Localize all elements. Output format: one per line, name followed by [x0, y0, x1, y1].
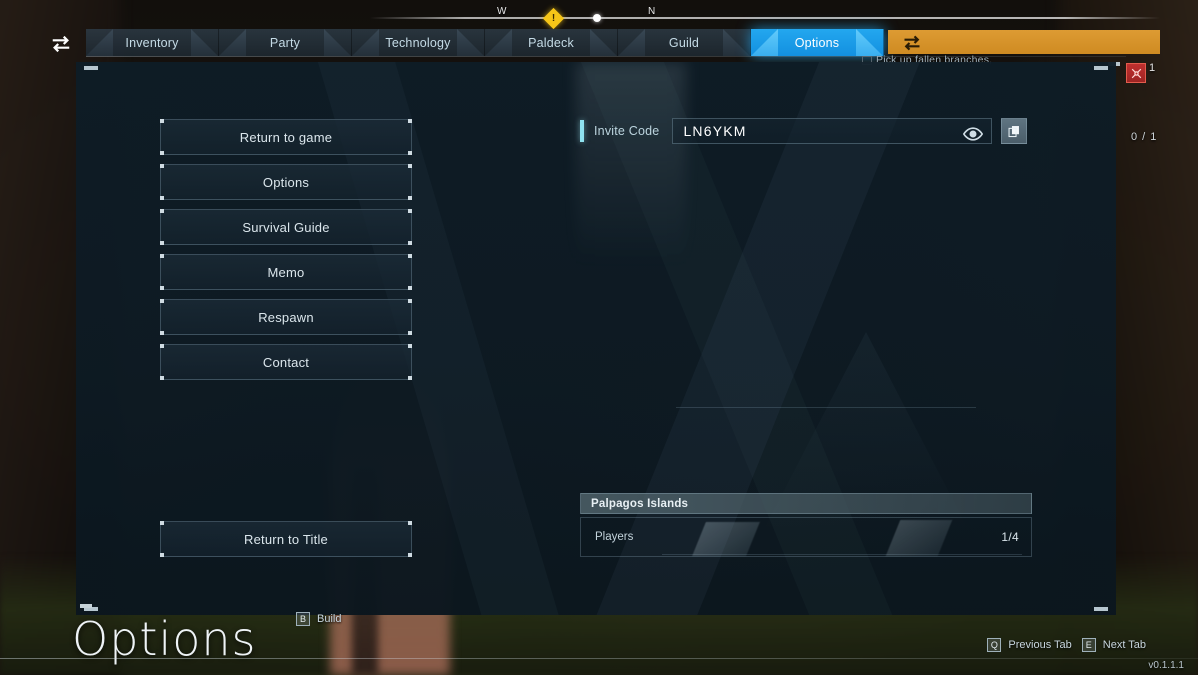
swap-arrows-icon [902, 33, 922, 51]
tab-label: Guild [668, 35, 700, 50]
hud-progress-text: 0 / 1 [1131, 131, 1158, 143]
tab-party[interactable]: Party [219, 29, 352, 56]
button-label: Return to game [239, 129, 333, 145]
tab-label: Paldeck [528, 35, 574, 50]
copy-invite-code-button[interactable] [1001, 118, 1028, 144]
swap-arrows-icon[interactable] [50, 33, 72, 53]
button-label: Options [262, 174, 310, 190]
footer-divider [0, 658, 1198, 659]
invite-code-value: LN6YKM [683, 123, 747, 139]
previous-tab-label: Previous Tab [1008, 639, 1072, 651]
tab-label: Party [269, 35, 301, 50]
players-label: Players [595, 531, 634, 543]
options-menu-list: Return to game Options Survival Guide Me… [160, 119, 412, 389]
tab-paldeck[interactable]: Paldeck [485, 29, 618, 56]
compass-bar [370, 17, 1160, 19]
next-tab-hint[interactable]: E Next Tab [1081, 638, 1146, 652]
server-decoration [692, 522, 760, 556]
options-button[interactable]: Options [160, 164, 412, 200]
return-to-title-button[interactable]: Return to Title [160, 521, 412, 557]
button-label: Survival Guide [242, 219, 330, 235]
build-keycap: B [296, 612, 310, 626]
page-title-tick [80, 604, 92, 608]
server-info-panel: Palpagos Islands Players 1/4 [580, 493, 1032, 557]
return-to-game-button[interactable]: Return to game [160, 119, 412, 155]
invite-code-row: Invite Code LN6YKM [580, 118, 1028, 144]
build-hint[interactable]: B Build [296, 612, 341, 626]
next-tab-label: Next Tab [1102, 639, 1146, 651]
panel-line-decoration [676, 407, 976, 408]
invite-code-label: Invite Code [594, 124, 660, 138]
tab-label: Technology [385, 35, 451, 50]
button-label: Return to Title [244, 531, 328, 547]
server-decoration [885, 520, 953, 556]
next-tab-keycap: E [1081, 638, 1096, 652]
build-hint-label: Build [317, 613, 342, 625]
tab-navigation-hints: Q Previous Tab E Next Tab [987, 638, 1146, 652]
waypoint-dot-icon [593, 14, 601, 22]
quest-cross-icon [1126, 63, 1146, 83]
memo-button[interactable]: Memo [160, 254, 412, 290]
tab-guild[interactable]: Guild [618, 29, 751, 56]
hud-badge-count: 1 [1149, 62, 1156, 74]
eye-icon[interactable] [963, 124, 984, 141]
invite-code-accent [580, 120, 584, 142]
tab-list: Inventory Party Technology Paldeck Guild… [86, 29, 884, 56]
survival-guide-button[interactable]: Survival Guide [160, 209, 412, 245]
respawn-button[interactable]: Respawn [160, 299, 412, 335]
panel-tick-bottom-right [1094, 607, 1108, 611]
panel-tick-top-right [1094, 66, 1108, 70]
tab-inventory[interactable]: Inventory [86, 29, 219, 56]
previous-tab-keycap: Q [987, 638, 1002, 652]
server-players-row: Players 1/4 [580, 517, 1032, 557]
button-label: Respawn [258, 309, 314, 325]
button-label: Memo [267, 264, 305, 280]
button-label: Contact [262, 354, 310, 370]
tab-label: Options [794, 35, 840, 50]
quest-progress-bar [888, 30, 1160, 54]
compass-north-label: N [648, 6, 656, 17]
tab-label: Inventory [125, 35, 179, 50]
server-name: Palpagos Islands [580, 493, 1032, 514]
players-value: 1/4 [1001, 530, 1019, 544]
tab-technology[interactable]: Technology [352, 29, 485, 56]
invite-code-input[interactable]: LN6YKM [672, 118, 993, 144]
options-panel: Return to game Options Survival Guide Me… [76, 62, 1116, 615]
quest-diamond-icon [542, 7, 565, 30]
previous-tab-hint[interactable]: Q Previous Tab [987, 638, 1072, 652]
compass-west-label: W [497, 6, 507, 17]
panel-tick-top-left [84, 66, 98, 70]
game-screen: W N Inventory Party Technology Paldeck G… [0, 0, 1198, 675]
version-label: v0.1.1.1 [1148, 660, 1184, 671]
tab-options[interactable]: Options [751, 29, 884, 56]
contact-button[interactable]: Contact [160, 344, 412, 380]
